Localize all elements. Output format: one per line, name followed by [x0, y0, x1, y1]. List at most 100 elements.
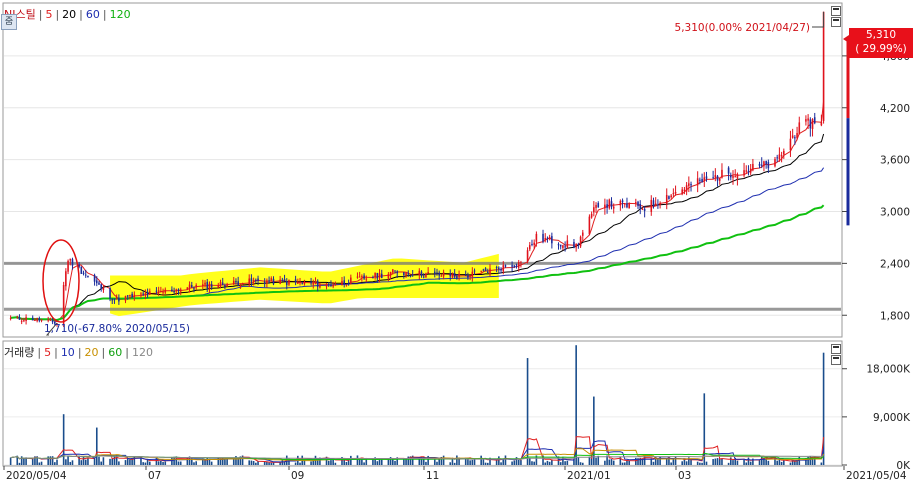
volume-bar [690, 459, 692, 465]
candle-body [716, 176, 719, 181]
candle-body [442, 272, 445, 277]
candle-body [590, 213, 593, 218]
candle-body [564, 246, 566, 248]
volume-bar [500, 462, 502, 465]
volume-bar [418, 459, 421, 465]
volume-bar [716, 458, 719, 465]
volume-bar [126, 458, 129, 465]
volume-bar [783, 460, 785, 465]
candle-body [82, 272, 85, 274]
volume-bar [144, 462, 147, 465]
candle-body [765, 161, 767, 165]
volume-panel-minimize-button[interactable] [831, 344, 841, 354]
volume-bar [780, 461, 783, 465]
candle-body [272, 278, 275, 285]
current-price-tag: 5,310 ( 29.99%) [849, 28, 913, 58]
volume-bar [31, 458, 34, 465]
candle-body [546, 237, 549, 240]
candle-body [299, 282, 301, 284]
low-annotation: 1,710(-67.80% 2020/05/15) [44, 323, 190, 335]
candle-body [482, 269, 485, 271]
zoom-button[interactable]: 줌 [1, 14, 17, 30]
price-tick-label: 3,600 [880, 155, 910, 167]
volume-bar [453, 462, 456, 465]
volume-bar [380, 459, 383, 465]
volume-bar [480, 455, 482, 465]
candle-body [248, 278, 251, 285]
volume-bar [581, 462, 584, 465]
candle-body [486, 271, 489, 273]
candle-body [495, 267, 498, 269]
candle-body [796, 133, 798, 139]
volume-bar [564, 461, 566, 465]
candle-body [303, 282, 306, 285]
volume-bar [696, 461, 699, 465]
candle-body [40, 319, 43, 321]
candle-body [453, 273, 456, 277]
volume-panel-close-button[interactable] [831, 355, 841, 365]
candle-body [131, 293, 133, 298]
candle-body [219, 282, 222, 287]
candle-body [188, 284, 191, 289]
volume-bar [628, 460, 630, 465]
volume-bar [98, 456, 100, 465]
candle-body [407, 273, 410, 275]
candle-body [809, 119, 812, 129]
volume-bar [820, 462, 823, 465]
candle-body [623, 203, 626, 205]
volume-bar [252, 461, 255, 465]
volume-tick-label: 9,000K [873, 412, 911, 424]
volume-bar [118, 461, 120, 465]
volume-bar [469, 460, 471, 465]
candle-body [164, 289, 167, 293]
volume-bar [548, 461, 551, 465]
candle-body [250, 278, 253, 282]
volume-bar [520, 459, 522, 465]
candle-body [504, 265, 507, 267]
volume-bar [111, 458, 114, 465]
volume-title-label: 거래량 [4, 346, 35, 359]
candle-body [736, 174, 739, 179]
volume-bar [610, 459, 613, 465]
volume-bar [82, 456, 85, 465]
volume-bar [232, 459, 235, 465]
candle-body [440, 275, 443, 277]
volume-bar [294, 462, 297, 465]
candle-body [80, 266, 83, 274]
candle-body [604, 204, 606, 209]
candle-body [690, 183, 692, 186]
candle-body [425, 273, 427, 278]
price-tick-label: 1,800 [880, 310, 910, 322]
candle-body [403, 272, 405, 276]
candle-body [807, 118, 809, 121]
volume-bar [56, 459, 58, 465]
volume-bar [588, 456, 591, 465]
candle-body [129, 294, 131, 297]
candle-body [270, 278, 273, 282]
candle-body [23, 320, 25, 322]
volume-bar [486, 462, 489, 465]
candle-body [111, 299, 114, 301]
volume-bar [705, 461, 708, 465]
candle-body [513, 265, 516, 268]
ma120-label: 120 [109, 7, 131, 21]
candle-body [672, 193, 675, 195]
candle-body [226, 283, 228, 287]
candle-body [637, 201, 639, 206]
volume-bar [9, 457, 12, 465]
volume-bar [124, 460, 127, 465]
candle-body [464, 274, 467, 276]
candle-body [237, 281, 239, 286]
volume-bar [310, 461, 312, 465]
candle-body [714, 175, 717, 178]
price-panel-close-button[interactable] [831, 17, 841, 27]
volume-bar [513, 460, 516, 465]
candle-body [473, 270, 476, 272]
volume-bar [681, 461, 683, 465]
volume-bar [248, 460, 251, 465]
candle-body [297, 282, 299, 284]
volume-bar [69, 461, 72, 465]
price-panel-minimize-button[interactable] [831, 6, 841, 16]
candle-body [593, 207, 595, 213]
candle-body [263, 282, 266, 284]
